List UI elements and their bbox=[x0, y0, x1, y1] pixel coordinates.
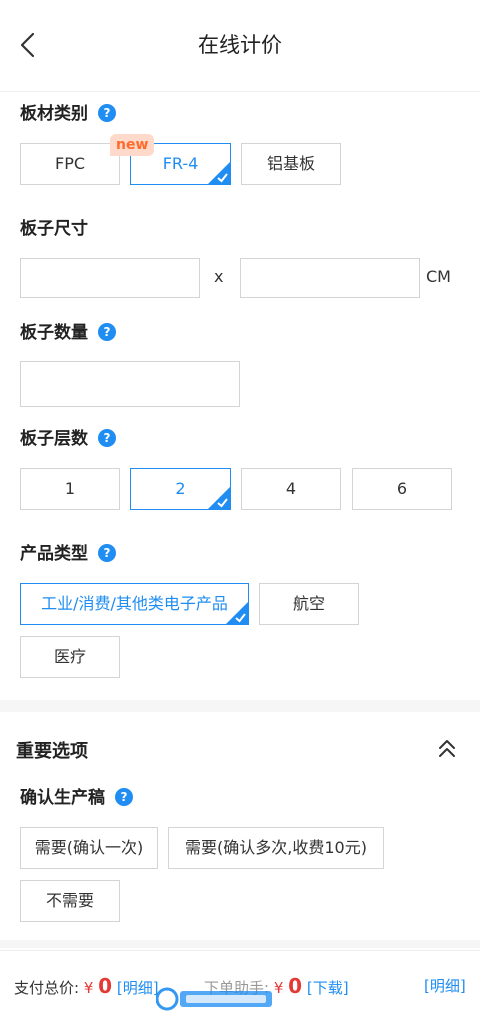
total-price-label: 支付总价: bbox=[14, 979, 80, 997]
board-type-option-fpc[interactable]: FPC bbox=[20, 143, 120, 185]
layers-option-2[interactable]: 2 bbox=[130, 468, 231, 510]
section-divider bbox=[0, 700, 480, 712]
board-type-label-text: 板材类别 bbox=[20, 104, 88, 124]
layers-label-text: 板子层数 bbox=[20, 429, 88, 449]
layers-option-6[interactable]: 6 bbox=[352, 468, 452, 510]
layers-option-1[interactable]: 1 bbox=[20, 468, 120, 510]
selected-check-icon bbox=[208, 487, 230, 509]
new-badge: new bbox=[110, 134, 155, 156]
board-qty-input[interactable] bbox=[20, 361, 240, 407]
double-chevron-up-icon[interactable] bbox=[434, 736, 460, 762]
board-width-input[interactable] bbox=[20, 258, 200, 298]
layers-label: 板子层数? bbox=[20, 427, 116, 451]
board-size-label-text: 板子尺寸 bbox=[20, 219, 88, 239]
product-type-option-label: 工业/消费/其他类电子产品 bbox=[41, 594, 228, 613]
board-qty-label: 板子数量? bbox=[20, 321, 116, 345]
confirm-draft-option-multiple[interactable]: 需要(确认多次,收费10元) bbox=[168, 827, 384, 869]
total-price-group: 支付总价: ¥ 0 [明细] bbox=[14, 975, 159, 999]
page-title: 在线计价 bbox=[198, 33, 282, 57]
section-divider bbox=[0, 940, 480, 948]
board-type-option-label: FPC bbox=[54, 154, 86, 173]
watermark-logo-icon bbox=[156, 987, 272, 1011]
order-helper-value: 0 bbox=[288, 974, 303, 998]
board-type-option-label: FR-4 bbox=[162, 154, 199, 173]
product-type-option-medical[interactable]: 医疗 bbox=[20, 636, 120, 678]
confirm-draft-option-label: 需要(确认一次) bbox=[34, 838, 144, 857]
size-unit: CM bbox=[426, 267, 451, 286]
board-type-option-aluminum[interactable]: 铝基板 bbox=[241, 143, 341, 185]
confirm-draft-option-none[interactable]: 不需要 bbox=[20, 880, 120, 922]
currency-symbol: ¥ bbox=[83, 979, 94, 997]
confirm-draft-option-once[interactable]: 需要(确认一次) bbox=[20, 827, 158, 869]
total-detail-link[interactable]: [明细] bbox=[117, 979, 159, 997]
board-qty-label-text: 板子数量 bbox=[20, 323, 88, 343]
help-icon[interactable]: ? bbox=[115, 788, 133, 806]
layers-option-label: 2 bbox=[175, 479, 186, 498]
selected-check-icon bbox=[226, 602, 248, 624]
confirm-draft-option-label: 不需要 bbox=[45, 891, 94, 910]
detail-link[interactable]: [明细] bbox=[424, 975, 466, 997]
product-type-option-aviation[interactable]: 航空 bbox=[259, 583, 359, 625]
board-type-label: 板材类别? bbox=[20, 102, 116, 126]
layers-option-4[interactable]: 4 bbox=[241, 468, 341, 510]
layers-option-label: 6 bbox=[396, 479, 408, 498]
board-type-option-label: 铝基板 bbox=[266, 154, 315, 173]
download-link[interactable]: [下载] bbox=[307, 979, 349, 997]
product-type-option-label: 医疗 bbox=[53, 647, 86, 666]
help-icon[interactable]: ? bbox=[98, 104, 116, 122]
confirm-draft-label: 确认生产稿? bbox=[20, 786, 133, 810]
important-options-title: 重要选项 bbox=[16, 741, 88, 762]
help-icon[interactable]: ? bbox=[98, 544, 116, 562]
product-type-label-text: 产品类型 bbox=[20, 544, 88, 564]
total-price-value: 0 bbox=[98, 974, 113, 998]
confirm-draft-label-text: 确认生产稿 bbox=[20, 788, 105, 808]
product-type-option-label: 航空 bbox=[292, 594, 325, 613]
size-separator: x bbox=[214, 267, 224, 286]
confirm-draft-option-label: 需要(确认多次,收费10元) bbox=[185, 838, 367, 857]
product-type-label: 产品类型? bbox=[20, 542, 116, 566]
header-bar: 在线计价 bbox=[0, 0, 480, 92]
board-height-input[interactable] bbox=[240, 258, 420, 298]
help-icon[interactable]: ? bbox=[98, 323, 116, 341]
board-size-label: 板子尺寸 bbox=[20, 217, 88, 241]
layers-option-label: 4 bbox=[285, 479, 297, 498]
product-type-option-consumer[interactable]: 工业/消费/其他类电子产品 bbox=[20, 583, 249, 625]
help-icon[interactable]: ? bbox=[98, 429, 116, 447]
selected-check-icon bbox=[208, 162, 230, 184]
layers-option-label: 1 bbox=[64, 479, 76, 498]
